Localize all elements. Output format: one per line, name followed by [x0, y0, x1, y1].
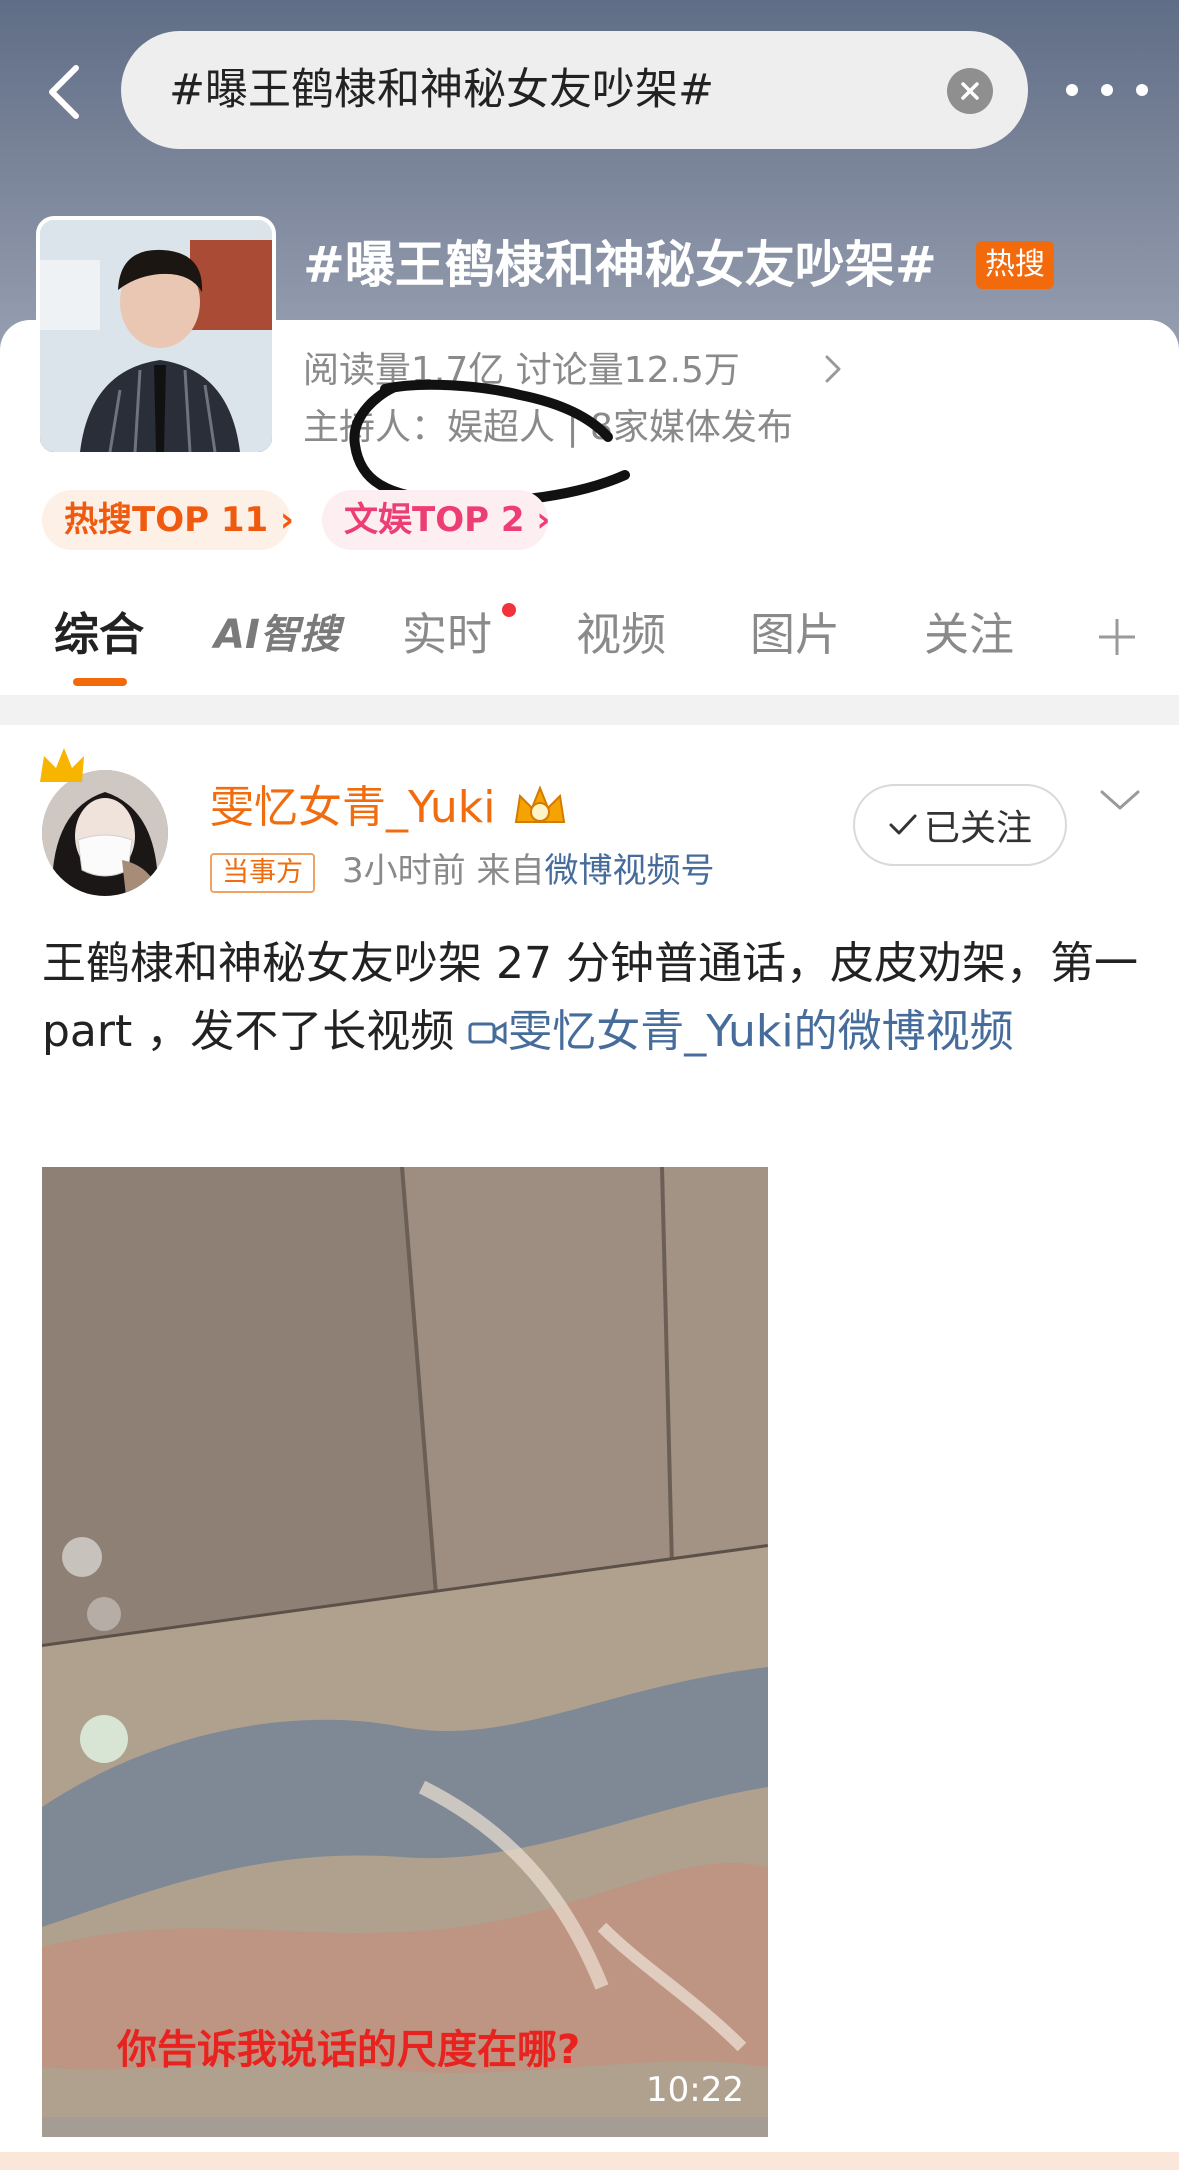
video-duration: 10:22	[646, 2070, 744, 2110]
hot-search-badge: 热搜	[976, 241, 1054, 289]
section-divider	[0, 695, 1179, 725]
search-input[interactable]: #曝王鹤棣和神秘女友吵架#	[121, 31, 1028, 149]
video-thumbnail	[42, 1167, 768, 2137]
role-badge: 当事方	[210, 853, 315, 893]
crown-icon	[40, 748, 84, 782]
video-link-text: 雯忆女青_Yuki的微博视频	[508, 1006, 1014, 1057]
post-meta: 3小时前 来自微博视频号	[342, 846, 714, 896]
search-query-text: #曝王鹤棣和神秘女友吵架#	[169, 65, 715, 115]
post-username[interactable]: 雯忆女青_Yuki	[210, 778, 495, 838]
topic-cover-image[interactable]	[36, 216, 276, 456]
hot-search-rank-pill[interactable]: 热搜TOP 11 ›	[42, 490, 294, 550]
follow-button-label: 已关注	[923, 808, 1032, 849]
topic-title: #曝王鹤棣和神秘女友吵架#	[303, 236, 937, 294]
post-source-link[interactable]: 微博视频号	[544, 851, 714, 891]
chevron-down-icon[interactable]	[1098, 786, 1142, 814]
more-options-button[interactable]	[1066, 70, 1148, 110]
video-player[interactable]	[42, 1167, 768, 2137]
dot-icon	[1066, 84, 1078, 96]
close-icon	[961, 82, 979, 100]
source-prefix: 来自	[476, 851, 545, 891]
chevron-right-icon: ›	[268, 500, 295, 540]
dot-icon	[1136, 84, 1148, 96]
entertainment-rank-pill[interactable]: 文娱TOP 2 ›	[322, 490, 551, 550]
user-photo-icon	[42, 770, 168, 896]
checkmark-icon	[889, 814, 917, 835]
entertainment-rank-label: 文娱TOP 2	[344, 500, 525, 540]
vip-crown-icon	[514, 785, 566, 823]
video-link[interactable]: 雯忆女青_Yuki的微博视频	[468, 1006, 1014, 1057]
avatar[interactable]	[42, 770, 168, 896]
person-photo-icon	[40, 220, 272, 452]
back-button[interactable]	[34, 62, 94, 122]
add-tab-icon[interactable]	[1095, 615, 1139, 659]
bottom-bar-edge	[0, 2152, 1179, 2170]
tab-ai-search[interactable]: AI智搜	[214, 605, 340, 665]
dot-icon	[1101, 84, 1113, 96]
active-tab-indicator	[73, 678, 127, 686]
tab-comprehensive[interactable]: 综合	[54, 605, 144, 665]
follow-button[interactable]: 已关注	[853, 784, 1067, 866]
back-arrow-icon	[49, 65, 79, 119]
tab-realtime[interactable]: 实时	[402, 605, 492, 665]
chevron-right-icon: ›	[524, 500, 551, 540]
chevron-right-icon	[825, 355, 841, 383]
hot-search-rank-label: 热搜TOP 11	[64, 500, 269, 540]
unread-dot-icon	[502, 603, 516, 617]
video-camera-icon	[468, 1021, 507, 1045]
post-body: 王鹤棣和神秘女友吵架 27 分钟普通话，皮皮劝架，第一part ，发不了长视频 …	[42, 930, 1142, 1066]
tab-bar: 综合 AI智搜 实时 视频 图片 关注	[0, 585, 1179, 695]
tab-video[interactable]: 视频	[576, 605, 666, 665]
clear-search-button[interactable]	[947, 68, 993, 114]
video-subtitle: 你告诉我说话的尺度在哪?	[117, 2027, 581, 2073]
tab-following[interactable]: 关注	[924, 605, 1014, 665]
post-time: 3小时前	[342, 851, 466, 891]
tab-images[interactable]: 图片	[750, 605, 840, 665]
